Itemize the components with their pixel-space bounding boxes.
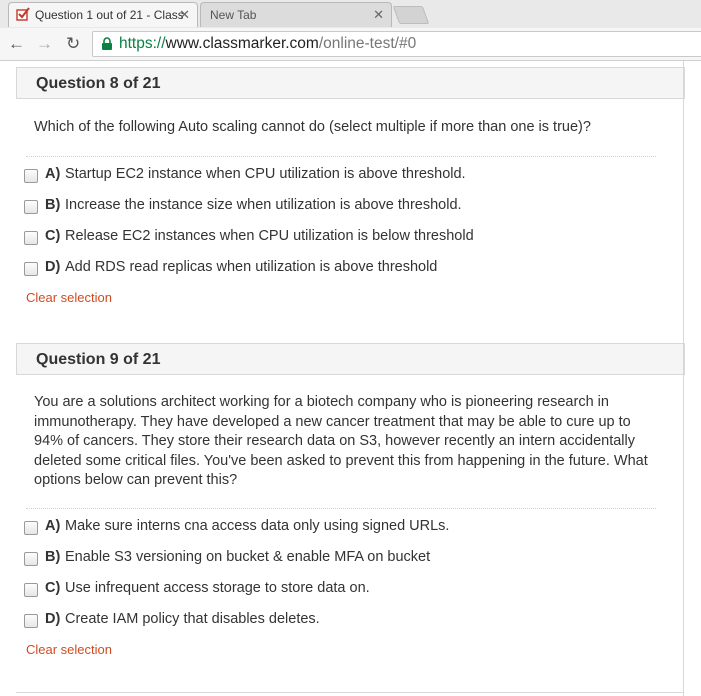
option-text: Use infrequent access storage to store d… — [65, 580, 370, 596]
question-title: Question 9 of 21 — [36, 351, 161, 368]
close-icon[interactable]: ✕ — [179, 7, 190, 23]
clear-selection-link[interactable]: Clear selection — [26, 642, 112, 657]
option-text: Release EC2 instances when CPU utilizati… — [65, 228, 474, 244]
option-letter: C) — [45, 228, 61, 244]
divider — [26, 156, 656, 157]
reload-icon[interactable]: ↻ — [66, 34, 80, 54]
option-checkbox[interactable] — [24, 614, 38, 628]
option-checkbox[interactable] — [24, 231, 38, 245]
option-checkbox[interactable] — [24, 552, 38, 566]
option-checkbox[interactable] — [24, 583, 38, 597]
tab-strip: Question 1 out of 21 - ClassMarker ✕ New… — [0, 0, 701, 28]
tab-title: Question 1 out of 21 - ClassMarker — [35, 8, 183, 22]
question-header: Question 8 of 21 — [16, 67, 685, 99]
new-tab-button[interactable] — [392, 6, 430, 24]
option-text: Enable S3 versioning on bucket & enable … — [65, 549, 431, 565]
option-text: Increase the instance size when utilizat… — [65, 197, 462, 213]
address-bar[interactable]: https://www.classmarker.com/online-test/… — [92, 31, 701, 57]
option-letter: B) — [45, 197, 61, 213]
option-letter: D) — [45, 611, 61, 627]
url-text: https://www.classmarker.com/online-test/… — [119, 35, 416, 53]
option-checkbox[interactable] — [24, 262, 38, 276]
option-letter: C) — [45, 580, 61, 596]
tab-new-tab[interactable]: New Tab ✕ — [200, 2, 392, 27]
tab-question[interactable]: Question 1 out of 21 - ClassMarker ✕ — [8, 2, 198, 27]
clear-selection-link[interactable]: Clear selection — [26, 290, 112, 305]
close-icon[interactable]: ✕ — [373, 7, 384, 23]
back-arrow-icon[interactable]: ← — [8, 34, 25, 54]
question-text: Which of the following Auto scaling cann… — [34, 119, 591, 135]
question-text: You are a solutions architect working fo… — [34, 394, 648, 488]
option-checkbox[interactable] — [24, 169, 38, 183]
forward-arrow-icon[interactable]: → — [36, 34, 53, 54]
option-text: Add RDS read replicas when utilization i… — [65, 259, 438, 275]
url-scheme: https:// — [119, 35, 166, 52]
option-checkbox[interactable] — [24, 200, 38, 214]
url-host: www.classmarker.com — [165, 35, 319, 52]
browser-toolbar: ← → ↻ https://www.classmarker.com/online… — [0, 28, 701, 61]
tab-title: New Tab — [210, 8, 257, 22]
option-letter: A) — [45, 518, 61, 534]
divider — [26, 508, 656, 509]
option-letter: A) — [45, 166, 61, 182]
option-letter: D) — [45, 259, 61, 275]
question-header: Question 9 of 21 — [16, 343, 685, 375]
checkbox-check-icon — [16, 7, 30, 21]
url-path: /online-test/#0 — [318, 35, 417, 52]
option-text: Startup EC2 instance when CPU utilizatio… — [65, 166, 466, 182]
scrollbar-edge — [683, 61, 684, 696]
question-title: Question 8 of 21 — [36, 75, 161, 92]
option-checkbox[interactable] — [24, 521, 38, 535]
next-question-edge — [16, 692, 683, 693]
page-content: Question 8 of 21 Which of the following … — [0, 61, 701, 696]
option-text: Create IAM policy that disables deletes. — [65, 611, 320, 627]
lock-icon — [102, 37, 112, 50]
option-text: Make sure interns cna access data only u… — [65, 518, 450, 534]
option-letter: B) — [45, 549, 61, 565]
